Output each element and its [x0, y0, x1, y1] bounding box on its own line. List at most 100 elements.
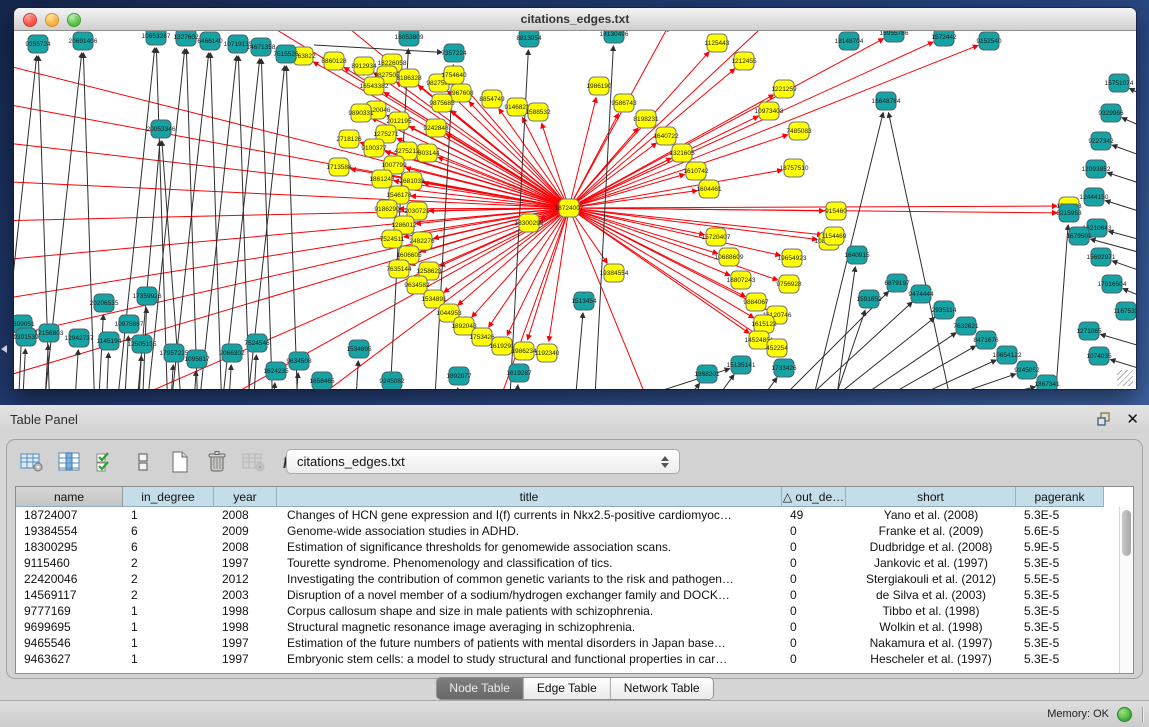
graph-node[interactable]: 10653267 — [142, 31, 171, 45]
graph-node[interactable]: 1868201 — [694, 365, 720, 383]
graph-node[interactable]: 16648784 — [872, 92, 901, 110]
column-header-pagerank[interactable]: pagerank — [1016, 487, 1104, 507]
table-select-dropdown[interactable]: citations_edges.txt — [286, 449, 680, 474]
graph-node[interactable]: 7635144 — [386, 260, 412, 278]
graph-node[interactable]: 8198231 — [633, 110, 659, 128]
graph-node[interactable]: 10975887 — [115, 315, 144, 333]
zoom-window-icon[interactable] — [67, 13, 81, 27]
graph-node[interactable]: 7357224 — [441, 44, 467, 62]
table-row[interactable]: 1830029562008Estimation of significance … — [16, 539, 1133, 555]
network-canvas[interactable]: 1872400718300295193845547163822886012889… — [14, 31, 1136, 389]
graph-node[interactable]: 9329966 — [1098, 104, 1124, 122]
graph-node[interactable]: 1640915 — [844, 246, 870, 264]
graph-node[interactable]: 18130496 — [600, 31, 629, 43]
graph-node[interactable]: 1986234 — [511, 342, 537, 360]
graph-node[interactable]: 15692971 — [1087, 248, 1116, 266]
graph-node[interactable]: 1867341 — [1034, 375, 1060, 389]
table-scrollbar[interactable] — [1119, 507, 1133, 673]
graph-node[interactable]: 8860128 — [321, 52, 347, 70]
graph-node[interactable]: 1167533 — [1114, 302, 1136, 320]
graph-node[interactable]: 10654122 — [993, 346, 1022, 364]
graph-node[interactable]: 1713588 — [326, 158, 352, 176]
graph-node[interactable]: 1125443 — [705, 34, 730, 52]
graph-node[interactable]: 9884067 — [743, 293, 769, 311]
graph-node[interactable]: 1604461 — [696, 180, 722, 198]
graph-node[interactable]: 1572442 — [931, 31, 957, 46]
graph-node[interactable]: 18807243 — [727, 271, 756, 289]
graph-node[interactable]: 17016504 — [1098, 275, 1127, 293]
graph-node[interactable]: 12156803 — [35, 324, 64, 342]
graph-node[interactable]: 1321605 — [669, 144, 695, 162]
graph-node[interactable]: 8471676 — [973, 331, 999, 349]
graph-node[interactable]: 2935114 — [932, 301, 957, 319]
graph-node[interactable]: 12093852 — [1082, 160, 1111, 178]
graph-node[interactable]: 1640722 — [653, 127, 679, 145]
graph-node[interactable]: 16955786 — [880, 31, 909, 42]
panel-collapse-arrow[interactable] — [1, 345, 7, 353]
graph-node[interactable]: 1145194 — [97, 332, 122, 350]
graph-node[interactable]: 8912934 — [351, 57, 377, 75]
graph-node[interactable]: 16053809 — [395, 31, 424, 46]
graph-node[interactable]: 18757510 — [780, 159, 809, 177]
graph-node[interactable]: 8813054 — [516, 31, 542, 47]
new-table-icon[interactable] — [167, 450, 193, 474]
table-row[interactable]: 969969511998Structural magnetic resonanc… — [16, 619, 1133, 635]
table-row[interactable]: 1456911722003Disruption of a novel membe… — [16, 587, 1133, 603]
graph-node[interactable]: 1588532 — [525, 103, 551, 121]
graph-node[interactable]: 7485083 — [786, 122, 812, 140]
graph-node[interactable]: 1679501 — [1066, 227, 1092, 245]
graph-node[interactable]: 1591652 — [856, 290, 882, 308]
table-row[interactable]: 977716911998Corpus callosum shape and si… — [16, 603, 1133, 619]
graph-node[interactable]: 1619287 — [506, 364, 532, 382]
graph-node[interactable]: 1615122 — [751, 315, 777, 333]
tab-network-table[interactable]: Network Table — [611, 678, 713, 699]
graph-node[interactable]: 1154469 — [822, 227, 847, 245]
graph-node[interactable]: 1095817 — [184, 350, 210, 368]
table-row[interactable]: 1872400712008Changes of HCN gene express… — [16, 507, 1133, 523]
graph-node[interactable]: 15751074 — [1105, 74, 1134, 92]
memory-ok-icon[interactable] — [1117, 707, 1132, 722]
graph-node[interactable]: 10688609 — [715, 248, 744, 266]
table-row[interactable]: 1938455462009Genome-wide association stu… — [16, 523, 1133, 539]
graph-node[interactable]: 452254 — [766, 339, 788, 357]
delete-table-icon[interactable] — [204, 450, 230, 474]
rows-icon[interactable] — [130, 450, 156, 474]
close-window-icon[interactable] — [23, 13, 37, 27]
column-header-year[interactable]: year — [214, 487, 277, 507]
graph-node[interactable]: 1271065 — [1076, 322, 1102, 340]
window-resize-grip[interactable] — [1117, 370, 1133, 386]
graph-node[interactable]: 18148704 — [835, 32, 864, 50]
graph-node[interactable]: 9474444 — [908, 285, 934, 303]
graph-node[interactable]: 2066302 — [219, 344, 245, 362]
graph-node[interactable]: 1610742 — [683, 162, 709, 180]
graph-node[interactable]: 19384554 — [600, 264, 629, 282]
table-scrollbar-thumb[interactable] — [1122, 510, 1131, 556]
window-titlebar[interactable]: citations_edges.txt — [14, 8, 1136, 31]
graph-node[interactable]: 20691406 — [69, 32, 98, 50]
column-select-icon[interactable] — [56, 450, 82, 474]
graph-node[interactable]: 915460 — [825, 202, 847, 220]
graph-node[interactable]: 1754640 — [441, 66, 467, 84]
graph-node[interactable]: 7632621 — [953, 317, 979, 335]
graph-node[interactable]: 1327602 — [173, 31, 199, 46]
graph-node[interactable]: 1986190 — [586, 77, 612, 95]
graph-node[interactable]: 1212455 — [731, 52, 757, 70]
tab-edge-table[interactable]: Edge Table — [524, 678, 611, 699]
column-header-name[interactable]: name — [16, 487, 123, 507]
graph-node[interactable]: 7524546 — [244, 334, 270, 352]
table-settings-icon[interactable] — [19, 450, 45, 474]
graph-node[interactable]: 1733426 — [771, 359, 797, 377]
row-check-icon[interactable] — [93, 450, 119, 474]
graph-node[interactable]: 2718126 — [336, 130, 362, 148]
graph-node[interactable]: 9586743 — [611, 94, 637, 112]
graph-node[interactable]: 12444150 — [1080, 188, 1109, 206]
graph-node[interactable]: 9152540 — [976, 32, 1002, 50]
graph-node[interactable]: 1513454 — [571, 292, 597, 310]
table-row[interactable]: 2242004622012Investigating the contribut… — [16, 571, 1133, 587]
graph-node[interactable]: 7524511 — [380, 230, 405, 248]
close-panel-icon[interactable]: ✕ — [1126, 412, 1139, 427]
graph-node[interactable]: 9634508 — [286, 352, 312, 370]
column-header-title[interactable]: title — [277, 487, 782, 507]
graph-node[interactable]: 9875685 — [429, 94, 455, 112]
graph-node[interactable]: 1861243 — [369, 170, 395, 188]
